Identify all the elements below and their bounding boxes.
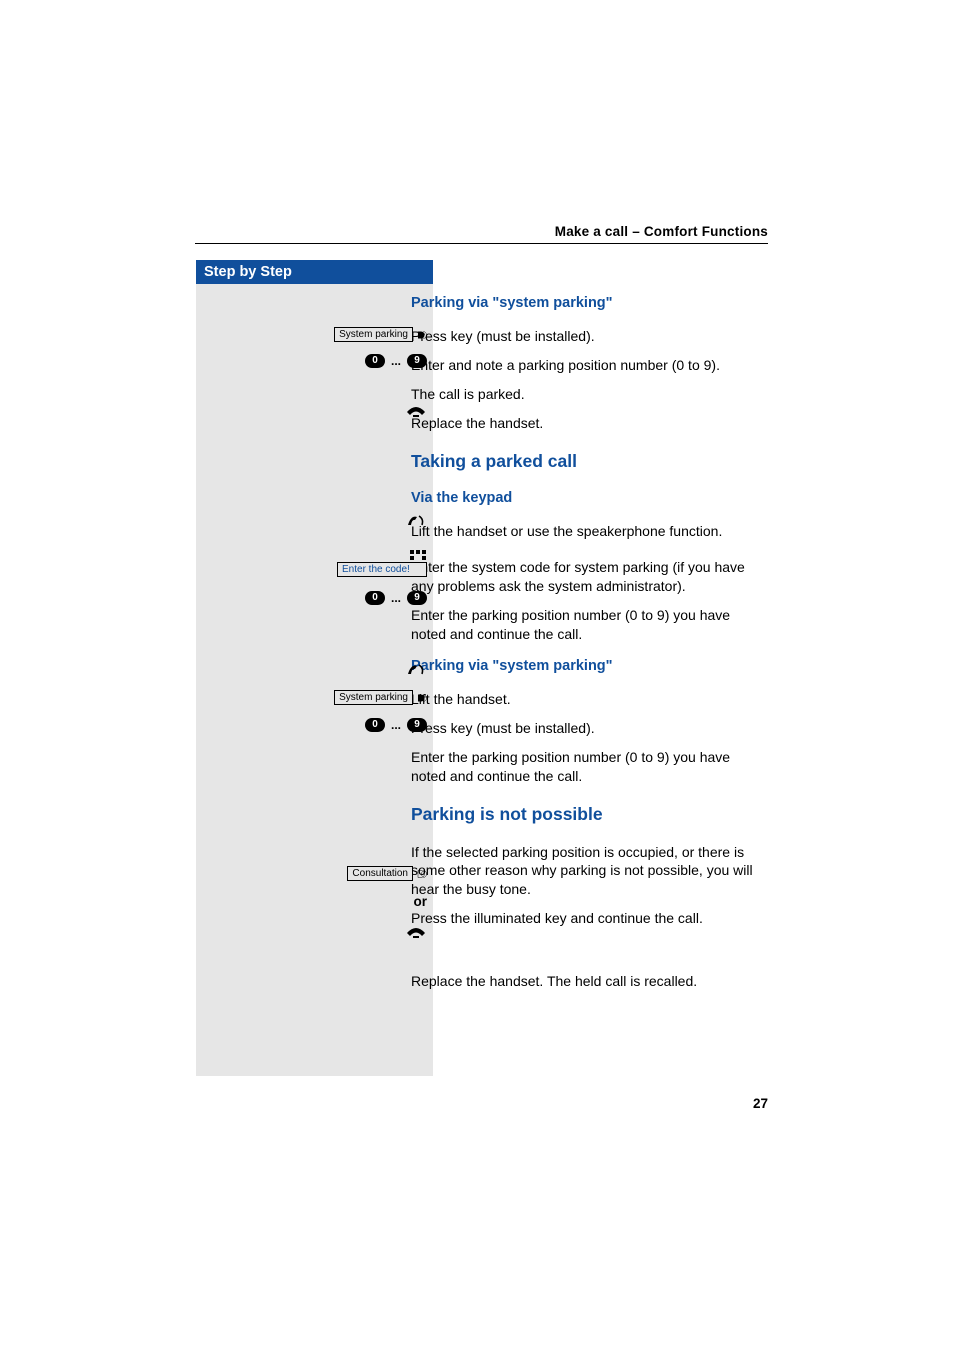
side-lift-handset-1 xyxy=(196,513,433,529)
side-or: or xyxy=(196,894,433,909)
page-number: 27 xyxy=(753,1096,768,1111)
led-on-icon xyxy=(417,330,427,340)
digit-pill-0-c: 0 xyxy=(365,718,385,732)
text-lift-handset: Lift the handset. xyxy=(411,690,763,709)
side-lift-handset-2 xyxy=(196,662,433,678)
handset-down-icon xyxy=(405,404,427,418)
content-column: Parking via "system parking" Press key (… xyxy=(411,295,763,1001)
side-hangup-1 xyxy=(196,404,433,418)
digit-pill-9: 9 xyxy=(407,354,427,368)
or-label: or xyxy=(414,894,428,909)
text-enter-system-code: Enter the system code for system parking… xyxy=(411,558,763,596)
text-replace-recalled: Replace the handset. The held call is re… xyxy=(411,972,763,991)
handset-down-icon-2 xyxy=(405,925,427,939)
sidebar-background xyxy=(196,284,433,1076)
side-hangup-2 xyxy=(196,925,433,939)
text-busy-tone: If the selected parking position is occu… xyxy=(411,843,763,900)
text-enter-position-continue-2: Enter the parking position number (0 to … xyxy=(411,748,763,786)
subheading-parking-via-system-2: Parking via "system parking" xyxy=(411,658,763,674)
sidebar-title: Step by Step xyxy=(196,260,433,284)
text-lift-handset-speaker: Lift the handset or use the speakerphone… xyxy=(411,522,763,541)
led-on-icon-2 xyxy=(417,693,427,703)
led-blink-icon xyxy=(417,869,427,879)
side-system-parking-key-2: System parking xyxy=(196,690,433,705)
key-label-consultation: Consultation xyxy=(347,866,413,881)
digit-range-sep: ... xyxy=(389,354,403,368)
digit-range-sep-b: ... xyxy=(389,591,403,605)
side-digit-range-2: 0 ... 9 xyxy=(196,591,433,605)
side-consultation-key: Consultation xyxy=(196,866,433,881)
heading-taking-parked-call: Taking a parked call xyxy=(411,451,763,472)
running-header: Make a call – Comfort Functions xyxy=(195,224,768,244)
digit-pill-9-c: 9 xyxy=(407,718,427,732)
handset-lift-icon-2 xyxy=(405,662,427,678)
side-system-parking-key-1: System parking xyxy=(196,327,433,342)
digit-range-sep-c: ... xyxy=(389,718,403,732)
text-press-key: Press key (must be installed). xyxy=(411,327,763,346)
subheading-via-keypad: Via the keypad xyxy=(411,490,763,506)
heading-parking-via-system: Parking via "system parking" xyxy=(411,295,763,311)
running-header-text: Make a call – Comfort Functions xyxy=(195,224,768,239)
side-digit-range-1: 0 ... 9 xyxy=(196,354,433,368)
heading-parking-not-possible: Parking is not possible xyxy=(411,804,763,825)
side-digit-range-3: 0 ... 9 xyxy=(196,718,433,732)
digit-pill-0-b: 0 xyxy=(365,591,385,605)
text-enter-note-position: Enter and note a parking position number… xyxy=(411,356,763,375)
enter-code-label: Enter the code! xyxy=(337,562,427,577)
text-press-key-2: Press key (must be installed). xyxy=(411,719,763,738)
page: Make a call – Comfort Functions Step by … xyxy=(0,0,954,1351)
digit-pill-0: 0 xyxy=(365,354,385,368)
text-call-parked: The call is parked. xyxy=(411,385,763,404)
text-enter-position-continue-1: Enter the parking position number (0 to … xyxy=(411,606,763,644)
key-label-system-parking-2: System parking xyxy=(334,690,413,705)
handset-lift-icon xyxy=(405,513,427,529)
text-replace-handset: Replace the handset. xyxy=(411,414,763,433)
digit-pill-9-b: 9 xyxy=(407,591,427,605)
key-label-system-parking-1: System parking xyxy=(334,327,413,342)
text-press-illuminated-key: Press the illuminated key and continue t… xyxy=(411,909,763,928)
side-enter-code-box: Enter the code! xyxy=(196,562,433,577)
